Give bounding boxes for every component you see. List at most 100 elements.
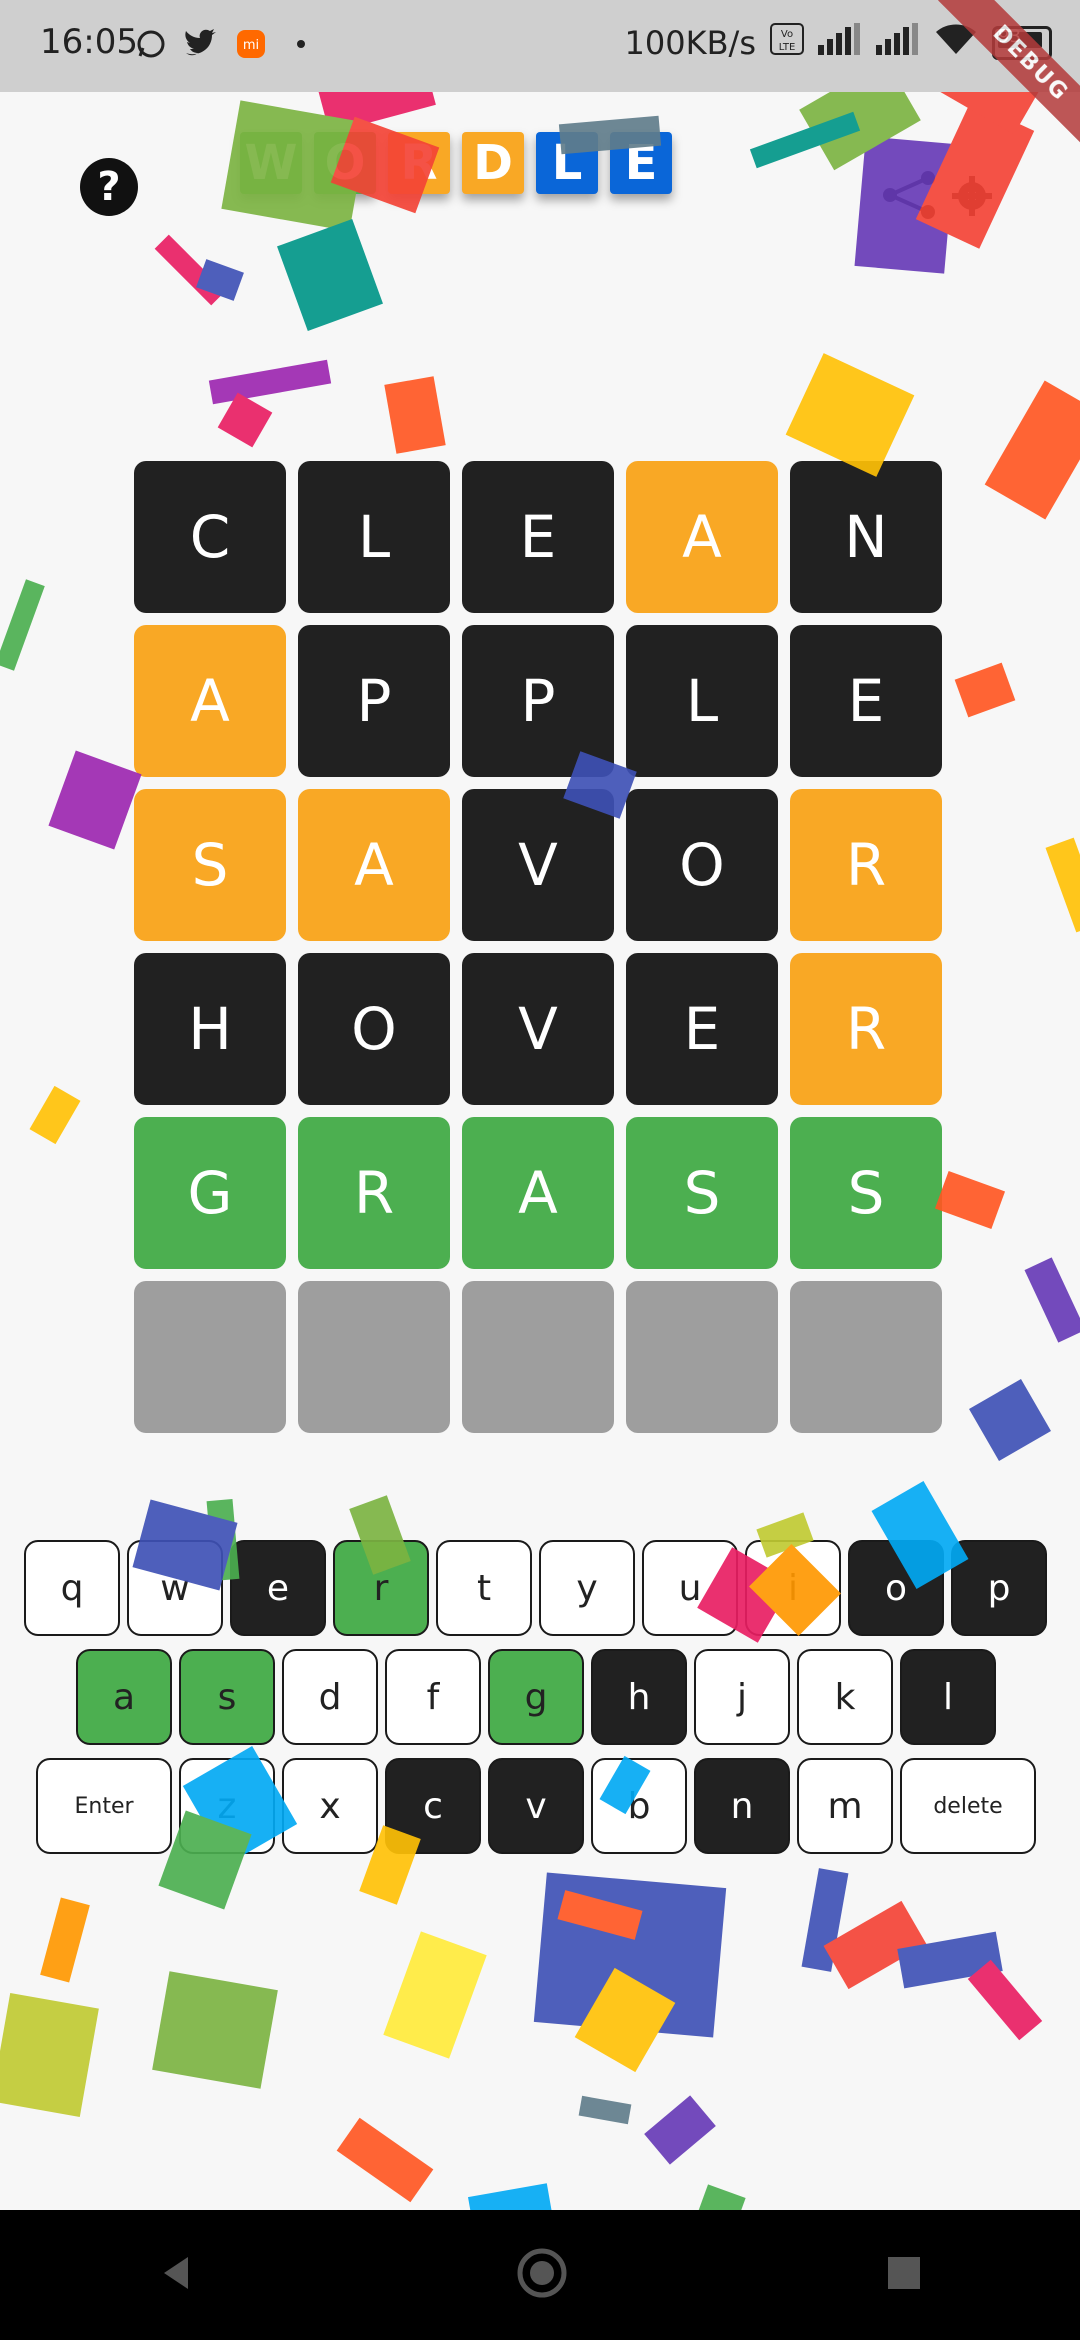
key-b[interactable]: b [591, 1758, 687, 1854]
header: ? WORDLE [0, 92, 1080, 292]
keyboard-row-1: qwertyuiop [0, 1540, 1080, 1636]
enter-key[interactable]: Enter [36, 1758, 172, 1854]
help-button[interactable]: ? [80, 158, 138, 216]
logo-letter-tile: W [240, 132, 302, 194]
delete-key[interactable]: delete [900, 1758, 1036, 1854]
whatsapp-icon [132, 25, 170, 63]
dot-icon [282, 25, 320, 63]
key-q[interactable]: q [24, 1540, 120, 1636]
key-j[interactable]: j [694, 1649, 790, 1745]
help-label: ? [97, 164, 121, 210]
letter-tile: A [298, 789, 450, 941]
letter-tile [298, 1281, 450, 1433]
home-icon[interactable] [514, 2245, 570, 2305]
letter-tile: E [790, 625, 942, 777]
board-row [134, 1281, 942, 1433]
letter-tile: P [462, 625, 614, 777]
letter-tile: P [298, 625, 450, 777]
letter-tile: V [462, 789, 614, 941]
letter-tile: A [134, 625, 286, 777]
key-h[interactable]: h [591, 1649, 687, 1745]
letter-tile: H [134, 953, 286, 1105]
letter-tile: G [134, 1117, 286, 1269]
key-d[interactable]: d [282, 1649, 378, 1745]
key-t[interactable]: t [436, 1540, 532, 1636]
key-u[interactable]: u [642, 1540, 738, 1636]
letter-tile: O [298, 953, 450, 1105]
board-row: APPLE [134, 625, 942, 777]
svg-text:LTE: LTE [779, 42, 796, 53]
svg-text:mi: mi [243, 38, 259, 53]
nav-bar [0, 2210, 1080, 2340]
key-r[interactable]: r [333, 1540, 429, 1636]
letter-tile [134, 1281, 286, 1433]
key-a[interactable]: a [76, 1649, 172, 1745]
board-row: HOVER [134, 953, 942, 1105]
letter-tile: N [790, 461, 942, 613]
volte-icon: Vo LTE [770, 23, 804, 63]
letter-tile: E [462, 461, 614, 613]
app-root: 16:05 mi 100KB/s Vo LTE DEBUG ? W O R D … [0, 0, 1080, 2340]
key-o[interactable]: o [848, 1540, 944, 1636]
key-p[interactable]: p [951, 1540, 1047, 1636]
letter-tile: L [298, 461, 450, 613]
recents-icon[interactable] [886, 2255, 922, 2295]
twitter-icon [182, 25, 220, 63]
mi-icon: mi [232, 25, 270, 63]
signal-icon [818, 23, 862, 63]
letter-tile: R [298, 1117, 450, 1269]
status-bar: 16:05 mi 100KB/s Vo LTE [0, 0, 1080, 92]
logo-letter-tile: E [610, 132, 672, 194]
keyboard: qwertyuiop asdfghjkl Enter z x c v b n m delete [0, 1540, 1080, 1867]
letter-tile [626, 1281, 778, 1433]
letter-tile: V [462, 953, 614, 1105]
key-s[interactable]: s [179, 1649, 275, 1745]
key-i[interactable]: i [745, 1540, 841, 1636]
logo-letter-tile: O [314, 132, 376, 194]
key-z[interactable]: z [179, 1758, 275, 1854]
key-c[interactable]: c [385, 1758, 481, 1854]
board-row: CLEAN [134, 461, 942, 613]
letter-tile: R [790, 789, 942, 941]
network-speed: 100KB/s [624, 24, 756, 62]
key-f[interactable]: f [385, 1649, 481, 1745]
logo-letter-tile: R [388, 132, 450, 194]
board-row: SAVOR [134, 789, 942, 941]
key-k[interactable]: k [797, 1649, 893, 1745]
logo: WORDLE [240, 132, 672, 194]
letter-tile: C [134, 461, 286, 613]
letter-tile: O [626, 789, 778, 941]
board-row: GRASS [134, 1117, 942, 1269]
letter-tile: L [626, 625, 778, 777]
share-icon[interactable] [880, 170, 940, 220]
letter-tile [790, 1281, 942, 1433]
letter-tile: A [462, 1117, 614, 1269]
status-left-icons: mi [132, 25, 320, 63]
logo-letter-tile: L [536, 132, 598, 194]
letter-tile: R [790, 953, 942, 1105]
back-icon[interactable] [158, 2253, 198, 2297]
letter-tile: S [626, 1117, 778, 1269]
key-l[interactable]: l [900, 1649, 996, 1745]
keyboard-row-3: Enter z x c v b n m delete [0, 1758, 1080, 1854]
key-v[interactable]: v [488, 1758, 584, 1854]
letter-tile: E [626, 953, 778, 1105]
key-e[interactable]: e [230, 1540, 326, 1636]
key-x[interactable]: x [282, 1758, 378, 1854]
key-n[interactable]: n [694, 1758, 790, 1854]
key-g[interactable]: g [488, 1649, 584, 1745]
letter-tile: S [790, 1117, 942, 1269]
game-board: CLEANAPPLESAVORHOVERGRASS [134, 461, 942, 1445]
status-time: 16:05 [40, 22, 138, 62]
letter-tile: A [626, 461, 778, 613]
key-y[interactable]: y [539, 1540, 635, 1636]
letter-tile [462, 1281, 614, 1433]
keyboard-row-2: asdfghjkl [0, 1649, 1080, 1745]
key-m[interactable]: m [797, 1758, 893, 1854]
key-w[interactable]: w [127, 1540, 223, 1636]
logo-letter-tile: D [462, 132, 524, 194]
settings-icon[interactable] [950, 174, 994, 218]
signal-icon [876, 23, 920, 63]
letter-tile: S [134, 789, 286, 941]
svg-text:Vo: Vo [781, 29, 793, 40]
